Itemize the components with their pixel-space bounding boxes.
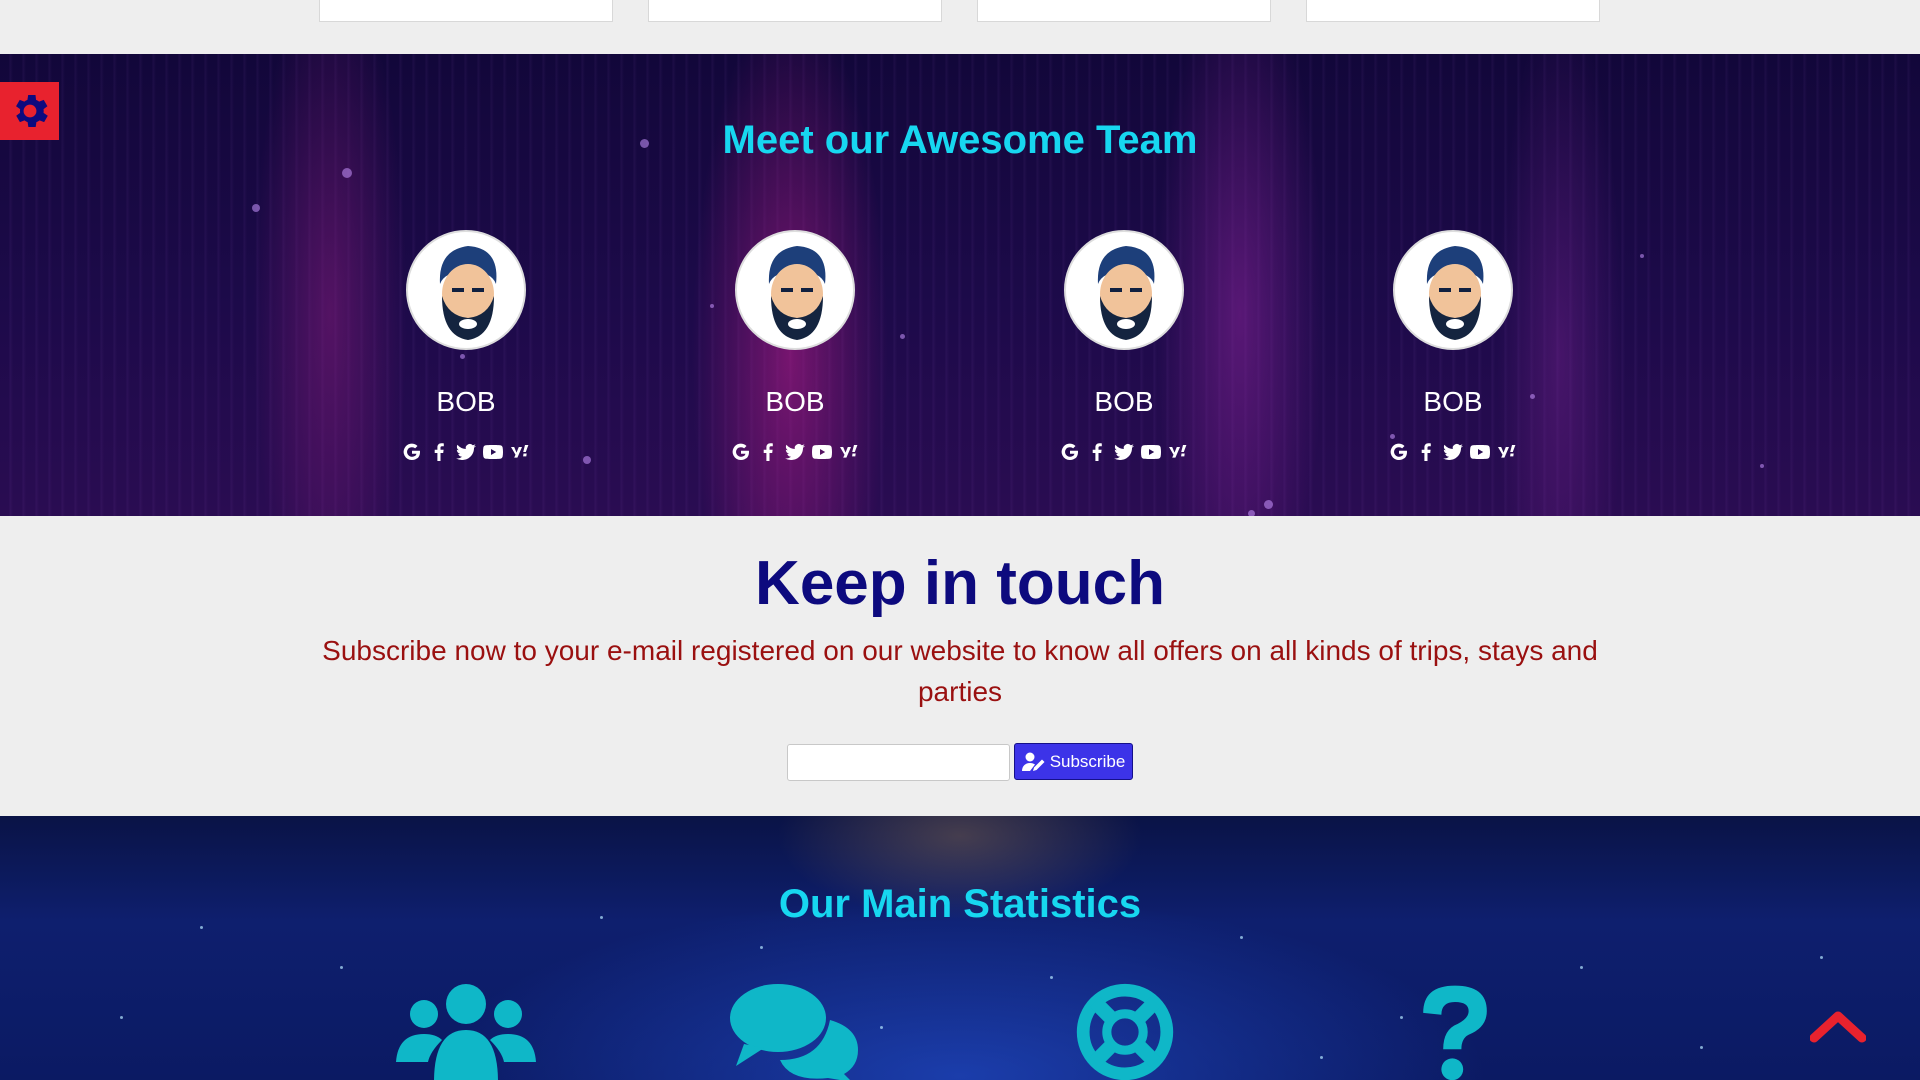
social-links xyxy=(1029,440,1219,464)
card-bottom xyxy=(1306,0,1600,22)
life-ring-icon xyxy=(1076,983,1174,1080)
member-name: BOB xyxy=(1423,386,1483,417)
team-title: Meet our Awesome Team xyxy=(722,118,1198,162)
avatar xyxy=(1393,230,1513,350)
facebook-icon[interactable] xyxy=(1085,440,1109,464)
question-icon xyxy=(1423,985,1487,1080)
member-name: BOB xyxy=(436,386,496,417)
twitter-icon[interactable] xyxy=(1112,440,1136,464)
newsletter-title: Keep in touch xyxy=(755,549,1165,618)
google-icon[interactable] xyxy=(1387,440,1411,464)
previous-section-strip xyxy=(0,0,1920,54)
card-bottom xyxy=(319,0,613,22)
subscribe-button[interactable]: Subscribe xyxy=(1014,743,1133,780)
google-icon[interactable] xyxy=(729,440,753,464)
yahoo-icon[interactable] xyxy=(508,440,532,464)
team-member-card: BOB xyxy=(700,230,890,464)
google-icon[interactable] xyxy=(1058,440,1082,464)
team-section: Meet our Awesome Team BOB BOB BOB BOB xyxy=(0,54,1920,516)
youtube-icon[interactable] xyxy=(1468,440,1492,464)
newsletter-description: Subscribe now to your e-mail registered … xyxy=(322,635,1598,707)
card-bottom xyxy=(648,0,942,22)
settings-toggle-button[interactable] xyxy=(0,82,59,140)
avatar xyxy=(735,230,855,350)
google-icon[interactable] xyxy=(400,440,424,464)
team-member-card: BOB xyxy=(1029,230,1219,464)
statistics-title: Our Main Statistics xyxy=(778,882,1142,926)
youtube-icon[interactable] xyxy=(481,440,505,464)
users-icon xyxy=(396,984,536,1080)
gear-icon xyxy=(15,95,48,127)
social-links xyxy=(1358,440,1548,464)
card-bottom xyxy=(977,0,1271,22)
facebook-icon[interactable] xyxy=(756,440,780,464)
yahoo-icon[interactable] xyxy=(1166,440,1190,464)
team-member-card: BOB xyxy=(371,230,561,464)
back-to-top-button[interactable] xyxy=(1810,1008,1866,1044)
twitter-icon[interactable] xyxy=(454,440,478,464)
subscribe-button-label: Subscribe xyxy=(1049,751,1126,771)
team-member-card: BOB xyxy=(1358,230,1548,464)
twitter-icon[interactable] xyxy=(1441,440,1465,464)
user-edit-icon xyxy=(1021,752,1045,771)
comments-icon xyxy=(730,984,858,1080)
social-links xyxy=(371,440,561,464)
facebook-icon[interactable] xyxy=(1414,440,1438,464)
avatar xyxy=(406,230,526,350)
yahoo-icon[interactable] xyxy=(1495,440,1519,464)
yahoo-icon[interactable] xyxy=(837,440,861,464)
facebook-icon[interactable] xyxy=(427,440,451,464)
statistics-section: Our Main Statistics xyxy=(0,816,1920,1080)
newsletter-section: Keep in touch Subscribe now to your e-ma… xyxy=(0,516,1920,816)
youtube-icon[interactable] xyxy=(810,440,834,464)
twitter-icon[interactable] xyxy=(783,440,807,464)
avatar xyxy=(1064,230,1184,350)
member-name: BOB xyxy=(765,386,825,417)
member-name: BOB xyxy=(1094,386,1154,417)
youtube-icon[interactable] xyxy=(1139,440,1163,464)
social-links xyxy=(700,440,890,464)
email-field[interactable] xyxy=(787,744,1010,781)
